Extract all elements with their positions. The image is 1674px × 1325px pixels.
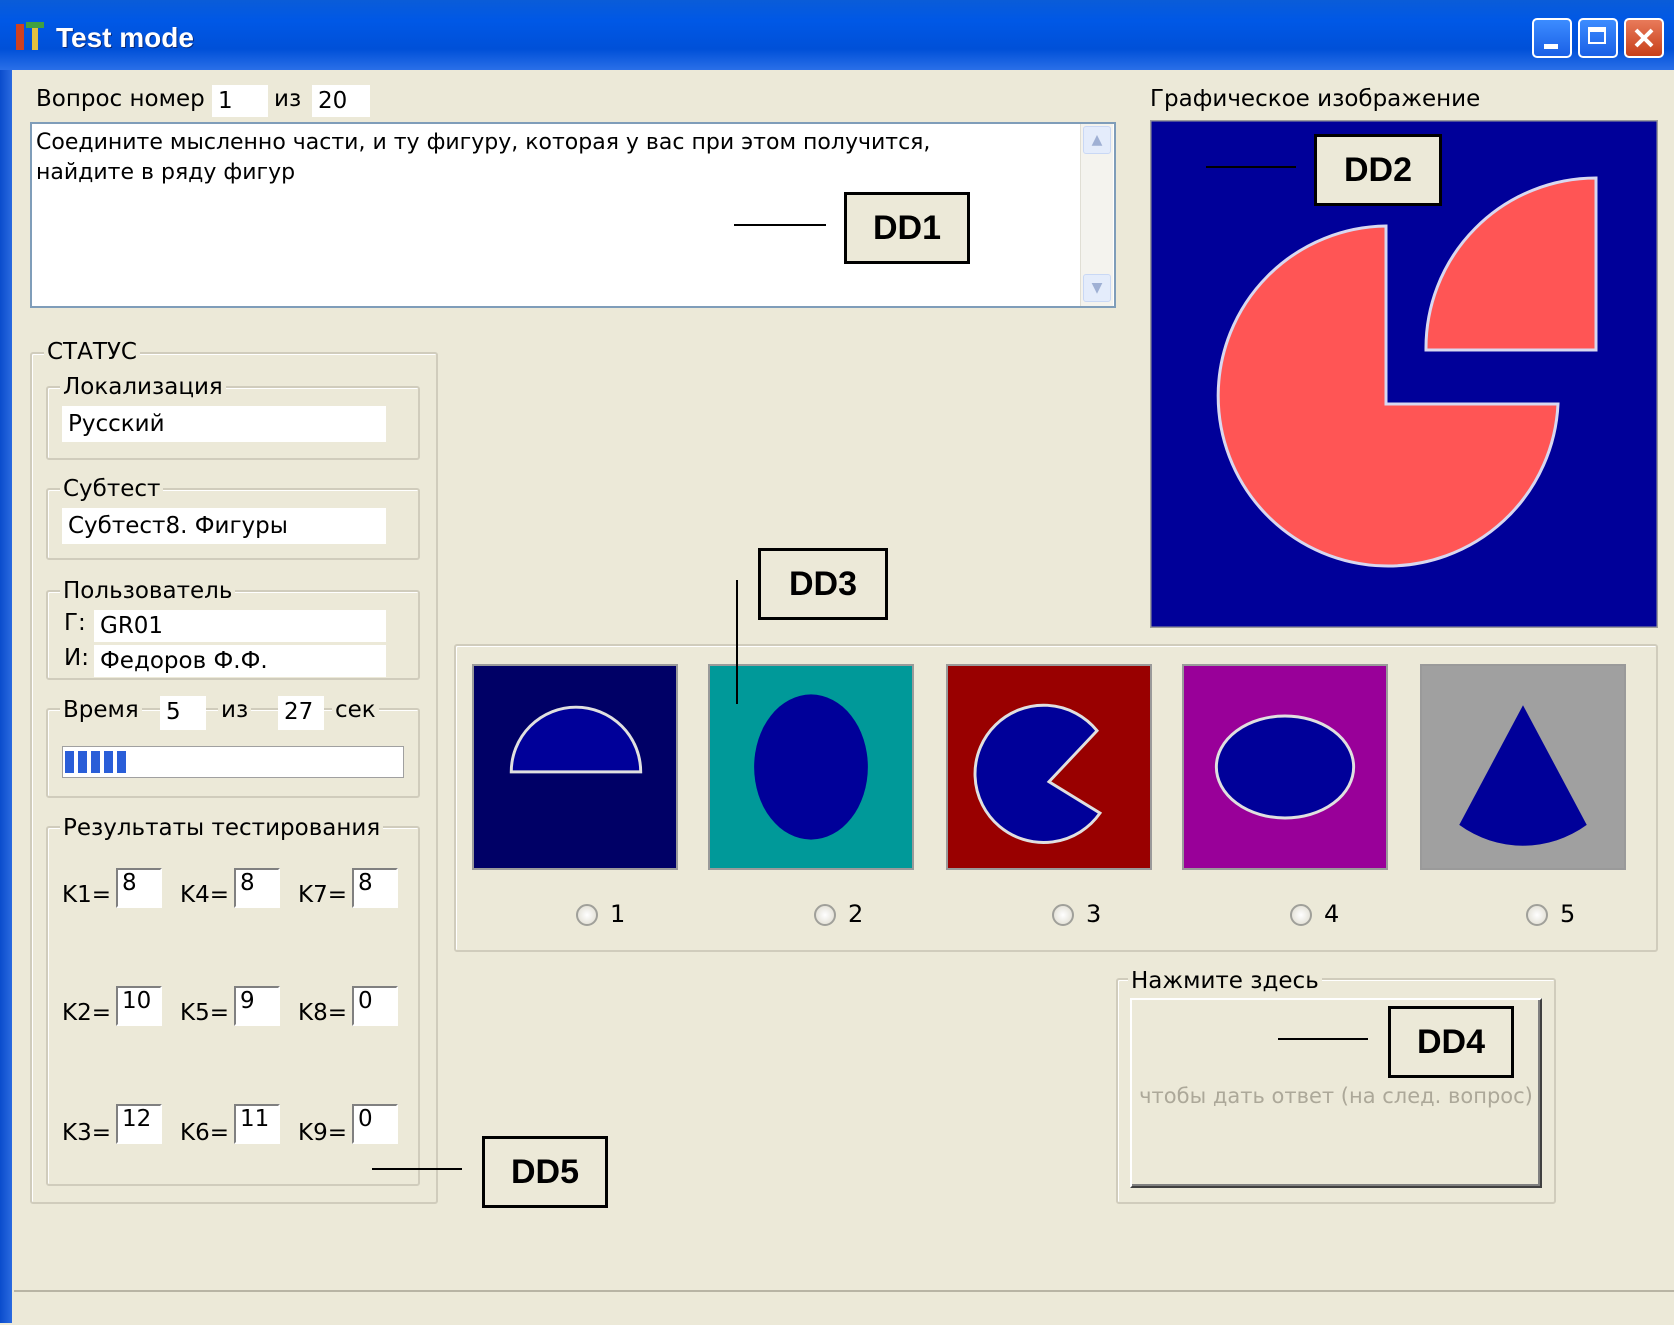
option-5-radio[interactable] <box>1526 904 1548 926</box>
progress-block <box>78 751 87 773</box>
option-3-image[interactable] <box>946 664 1152 870</box>
progress-block <box>91 751 100 773</box>
option-5-label: 5 <box>1560 900 1576 928</box>
dd3-leader <box>736 580 738 704</box>
close-button[interactable] <box>1624 18 1664 58</box>
dd3-callout: DD3 <box>758 548 888 620</box>
time-progress-bar <box>62 746 404 778</box>
dd1-callout: DD1 <box>844 192 970 264</box>
subtest-field: Субтест8. Фигуры <box>62 508 386 544</box>
user-name-field: Федоров Ф.Ф. <box>94 645 386 677</box>
question-text: Соедините мысленно части, и ту фигуру, к… <box>36 130 931 185</box>
dd2-leader <box>1206 166 1296 168</box>
app-icon <box>16 22 44 50</box>
k3-label: K3= <box>62 1120 111 1146</box>
option-1-radio[interactable] <box>576 904 598 926</box>
k8-label: K8= <box>298 1000 347 1026</box>
user-label: Пользователь <box>60 578 236 604</box>
progress-block <box>104 751 113 773</box>
scroll-down-icon[interactable]: ▼ <box>1083 274 1111 302</box>
k6-field[interactable]: 11 <box>234 1104 280 1144</box>
answer-group-label: Нажмите здесь <box>1128 968 1322 994</box>
k5-label: K5= <box>180 1000 229 1026</box>
k7-field[interactable]: 8 <box>352 868 398 908</box>
k7-label: K7= <box>298 882 347 908</box>
time-of-label: из <box>218 697 252 723</box>
option-5-image[interactable] <box>1420 664 1626 870</box>
option-2-image[interactable] <box>708 664 914 870</box>
dd1-leader <box>734 224 826 226</box>
maximize-button[interactable] <box>1578 18 1618 58</box>
option-2-label: 2 <box>848 900 864 928</box>
k3-field[interactable]: 12 <box>116 1104 162 1144</box>
option-4-radio[interactable] <box>1290 904 1312 926</box>
dd4-callout: DD4 <box>1388 1006 1514 1078</box>
graphic-label: Графическое изображение <box>1150 86 1481 112</box>
k1-label: K1= <box>62 882 111 908</box>
question-scrollbar[interactable]: ▲ ▼ <box>1080 124 1113 306</box>
question-number-field: 1 <box>212 85 268 117</box>
user-name-prefix: И: <box>64 645 89 671</box>
k8-field[interactable]: 0 <box>352 986 398 1026</box>
option-2-radio[interactable] <box>814 904 836 926</box>
user-group-prefix: Г: <box>64 610 86 636</box>
option-1-image[interactable] <box>472 664 678 870</box>
dd5-callout: DD5 <box>482 1136 608 1208</box>
localization-label: Локализация <box>60 374 226 400</box>
k9-label: K9= <box>298 1120 347 1146</box>
k6-label: K6= <box>180 1120 229 1146</box>
k9-field[interactable]: 0 <box>352 1104 398 1144</box>
time-label: Время <box>60 697 142 723</box>
title-bar[interactable]: Test mode <box>0 0 1674 70</box>
k5-field[interactable]: 9 <box>234 986 280 1026</box>
question-total-field: 20 <box>312 85 370 117</box>
localization-field: Русский <box>62 406 386 442</box>
dd2-callout: DD2 <box>1314 134 1442 206</box>
window-left-border <box>0 70 12 1323</box>
time-total-field: 27 <box>278 696 324 730</box>
subtest-label: Субтест <box>60 476 164 502</box>
k2-field[interactable]: 10 <box>116 986 162 1026</box>
test-mode-window: Test mode Вопрос номер 1 из 20 Соедините… <box>0 0 1674 1325</box>
k1-field[interactable]: 8 <box>116 868 162 908</box>
close-icon <box>1634 28 1654 48</box>
k4-field[interactable]: 8 <box>234 868 280 908</box>
option-3-label: 3 <box>1086 900 1102 928</box>
k2-label: K2= <box>62 1000 111 1026</box>
option-1-label: 1 <box>610 900 626 928</box>
dd5-leader <box>372 1168 462 1170</box>
time-unit-label: сек <box>332 697 379 723</box>
option-4-image[interactable] <box>1182 664 1388 870</box>
window-title: Test mode <box>56 22 194 53</box>
status-bar <box>14 1290 1674 1325</box>
status-title: СТАТУС <box>44 339 140 365</box>
dd4-leader <box>1278 1038 1368 1040</box>
k4-label: K4= <box>180 882 229 908</box>
minimize-button[interactable] <box>1532 18 1572 58</box>
answer-button-text: чтобы дать ответ (на след. вопрос) <box>1139 1084 1533 1108</box>
scroll-up-icon[interactable]: ▲ <box>1083 126 1111 154</box>
time-elapsed-field: 5 <box>160 696 206 730</box>
question-number-label: Вопрос номер <box>36 86 205 112</box>
option-3-radio[interactable] <box>1052 904 1074 926</box>
results-label: Результаты тестирования <box>60 815 384 841</box>
question-of-label: из <box>274 86 302 112</box>
user-group-field: GR01 <box>94 610 386 642</box>
option-4-label: 4 <box>1324 900 1340 928</box>
progress-block <box>117 751 126 773</box>
progress-block <box>65 751 74 773</box>
